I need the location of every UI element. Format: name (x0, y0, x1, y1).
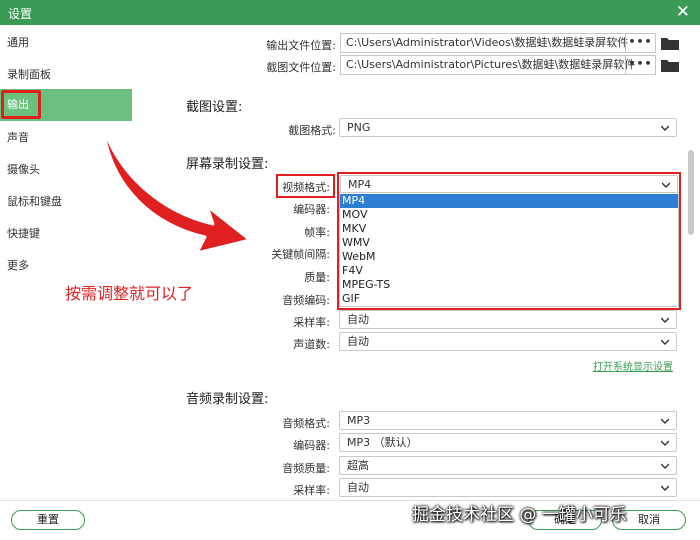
video-output-location-label: 输出文件位置: (266, 39, 336, 52)
instruction-annotation: 按需调整就可以了 (65, 284, 194, 303)
chevron-down-icon (661, 463, 669, 469)
video-output-path-value: C:\Users\Administrator\Videos\数据蛙\数据蛙录屏软… (346, 36, 629, 49)
chevron-down-icon (661, 125, 669, 131)
screenshot-format-value: PNG (347, 121, 371, 134)
close-icon[interactable]: ✕ (676, 2, 690, 22)
channels-value: 自动 (347, 335, 369, 348)
quality-label: 质量: (304, 271, 330, 284)
audio-encoder-select[interactable]: MP3 （默认） (339, 433, 677, 452)
sidebar-item-recording-panel[interactable]: 录制面板 (0, 59, 132, 91)
red-arrow-icon (101, 124, 252, 255)
channels-label: 声道数: (293, 338, 330, 351)
audio-quality-select[interactable]: 超高 (339, 456, 677, 475)
screenshot-format-label: 截图格式: (288, 124, 336, 137)
audio-sample-rate-value: 自动 (347, 481, 369, 494)
audio-quality-value: 超高 (347, 459, 369, 472)
video-output-path-field[interactable]: C:\Users\Administrator\Videos\数据蛙\数据蛙录屏软… (340, 33, 656, 53)
audio-sample-rate-label: 采样率: (293, 484, 330, 497)
screenshot-output-path-field[interactable]: C:\Users\Administrator\Pictures\数据蛙\数据蛙录… (340, 55, 656, 75)
audio-recording-settings-title: 音频录制设置: (186, 392, 269, 407)
video-folder-icon[interactable] (660, 35, 680, 51)
screenshot-output-location-label: 截图文件位置: (266, 61, 336, 74)
screenshot-folder-icon[interactable] (660, 57, 680, 73)
audio-encoding-label: 音频编码: (282, 294, 330, 307)
audio-sample-rate-select[interactable]: 自动 (339, 478, 677, 497)
chevron-down-icon (661, 440, 669, 446)
output-highlight-box (1, 90, 41, 119)
window-title: 设置 (8, 7, 33, 21)
sidebar-item-general[interactable]: 通用 (0, 27, 132, 59)
open-display-settings-link[interactable]: 打开系统显示设置 (593, 358, 673, 373)
video-browse-button[interactable]: ••• (625, 34, 655, 52)
screenshot-settings-title: 截图设置: (186, 100, 243, 115)
chevron-down-icon (661, 418, 669, 424)
scrollbar-thumb[interactable] (688, 150, 694, 235)
audio-format-value: MP3 (347, 414, 371, 427)
reset-button[interactable]: 重置 (11, 510, 85, 530)
sample-rate-select[interactable]: 自动 (339, 310, 677, 329)
sample-rate-value: 自动 (347, 313, 369, 326)
audio-encoder-label: 编码器: (293, 439, 330, 452)
dropdown-highlight-box (337, 172, 681, 310)
audio-format-select[interactable]: MP3 (339, 411, 677, 430)
chevron-down-icon (661, 485, 669, 491)
screenshot-browse-button[interactable]: ••• (625, 56, 655, 74)
channels-select[interactable]: 自动 (339, 332, 677, 351)
audio-format-label: 音频格式: (282, 417, 330, 430)
audio-encoder-value: MP3 （默认） (347, 436, 418, 449)
encoder-label: 编码器: (293, 203, 330, 216)
screenshot-format-select[interactable]: PNG (339, 118, 677, 137)
video-format-label: 视频格式: (282, 181, 330, 194)
screenshot-output-path-value: C:\Users\Administrator\Pictures\数据蛙\数据蛙录… (346, 58, 636, 71)
watermark: 掘金技术社区 @ 一罐小可乐 (412, 505, 627, 525)
sample-rate-label: 采样率: (293, 316, 330, 329)
audio-quality-label: 音频质量: (282, 462, 330, 475)
title-bar: 设置 ✕ (0, 0, 700, 25)
chevron-down-icon (661, 339, 669, 345)
framerate-label: 帧率: (304, 226, 330, 239)
chevron-down-icon (661, 317, 669, 323)
